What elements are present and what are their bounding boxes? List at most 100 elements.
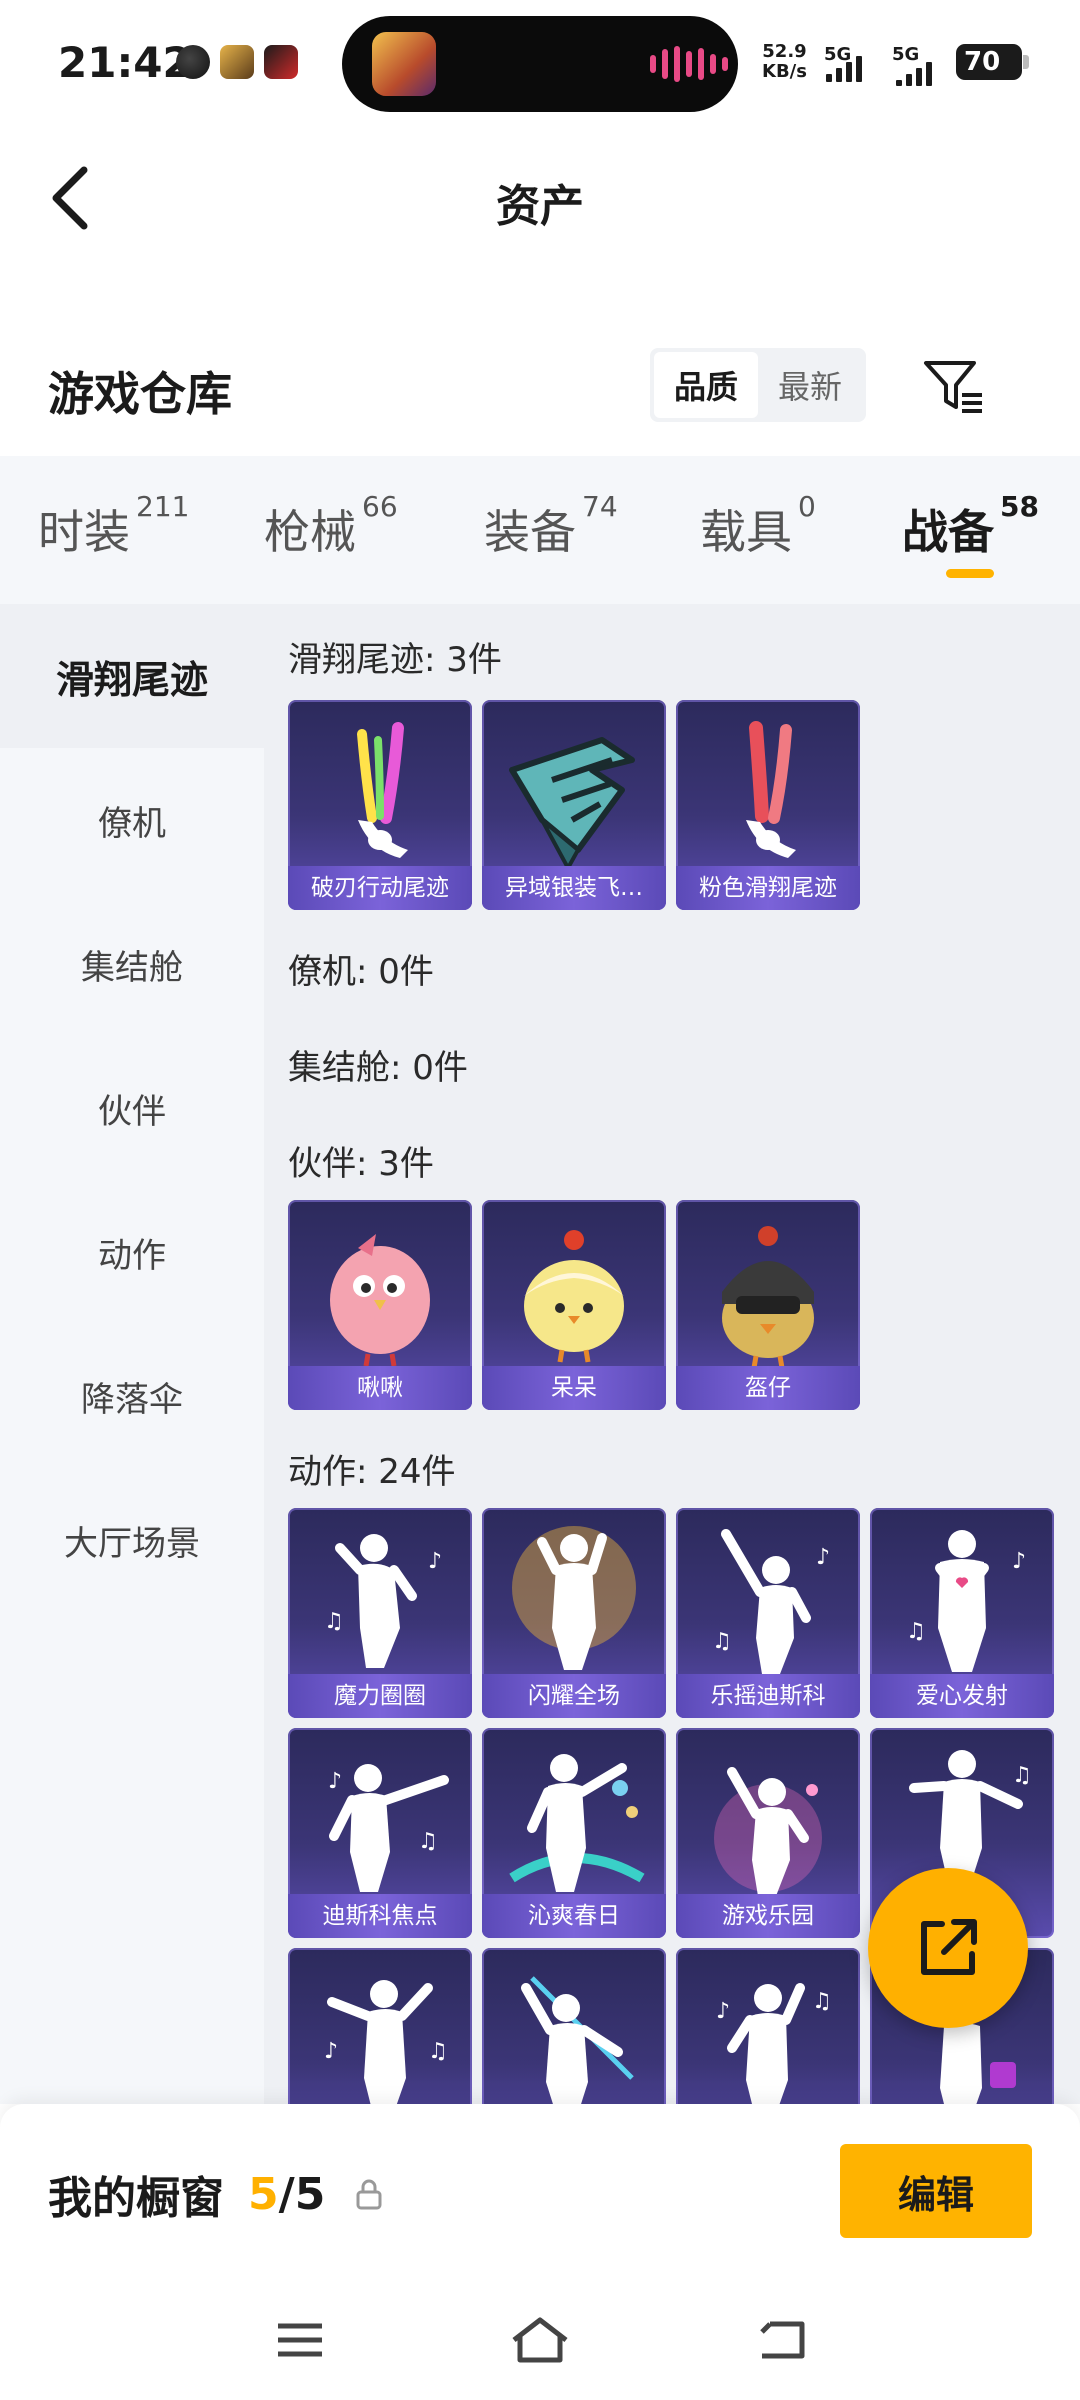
tab-fashion[interactable]: 时装 211 bbox=[38, 490, 189, 562]
tab-label: 载具 bbox=[700, 505, 792, 559]
sim2-signal-icon bbox=[896, 56, 932, 86]
audio-wave-icon bbox=[650, 46, 728, 82]
filter-button[interactable] bbox=[918, 352, 990, 422]
item-card[interactable]: 啾啾 bbox=[288, 1200, 472, 1410]
svg-text:♪: ♪ bbox=[1012, 1549, 1026, 1574]
menu-button[interactable] bbox=[270, 2310, 330, 2370]
game-app-icon bbox=[220, 45, 254, 79]
item-card[interactable]: ♪ ♫ bbox=[676, 1948, 860, 2104]
sidebar-item-lobby-scene[interactable]: 大厅场景 bbox=[0, 1468, 264, 1612]
svg-text:♪: ♪ bbox=[328, 1769, 342, 1794]
share-button[interactable] bbox=[868, 1868, 1028, 2028]
home-icon bbox=[512, 2317, 568, 2363]
page-title: 资产 bbox=[496, 181, 584, 232]
section-title: 游戏仓库 bbox=[48, 367, 232, 421]
tab-equipment[interactable]: 装备 74 bbox=[484, 490, 618, 562]
tab-count: 74 bbox=[582, 490, 618, 523]
group-title-companion: 伙伴: 3件 bbox=[288, 1144, 434, 1184]
svg-text:♫: ♫ bbox=[1012, 1763, 1032, 1788]
system-nav-bar bbox=[0, 2280, 1080, 2400]
item-card[interactable]: 闪耀全场 bbox=[482, 1508, 666, 1718]
showcase-info: 我的橱窗 5 / 5 bbox=[48, 2162, 383, 2226]
share-icon bbox=[921, 1919, 977, 1975]
item-card[interactable]: 呆呆 bbox=[482, 1200, 666, 1410]
globe-app-icon bbox=[176, 45, 210, 79]
dancer-icon: ♪♫ bbox=[324, 1980, 448, 2104]
dancer-icon: ♪♫ bbox=[716, 1983, 832, 2104]
sidebar-item-assembly-pod[interactable]: 集结舱 bbox=[0, 892, 264, 1036]
svg-text:♫: ♫ bbox=[712, 1629, 732, 1654]
showcase-label: 我的橱窗 bbox=[48, 2173, 224, 2224]
tab-label: 时装 bbox=[38, 505, 130, 559]
red-app-icon bbox=[264, 45, 298, 79]
svg-text:♫: ♫ bbox=[324, 1609, 344, 1634]
dancer-icon bbox=[521, 1976, 634, 2104]
item-card[interactable]: ♪ ♫ 爱心发射 bbox=[870, 1508, 1054, 1718]
item-card[interactable]: ♪ ♫ bbox=[288, 1948, 472, 2104]
status-time: 21:42 bbox=[58, 38, 192, 87]
tab-label: 枪械 bbox=[264, 505, 356, 559]
svg-text:♪: ♪ bbox=[428, 1549, 442, 1574]
item-name: 盔仔 bbox=[676, 1366, 860, 1410]
item-card[interactable] bbox=[482, 1948, 666, 2104]
sidebar-item-wingman[interactable]: 僚机 bbox=[0, 748, 264, 892]
sidebar-item-emote[interactable]: 动作 bbox=[0, 1180, 264, 1324]
lock-icon bbox=[355, 2178, 383, 2210]
notification-icons bbox=[176, 45, 298, 79]
status-bar: 21:42 52.9 KB/s 5G 5G 70 bbox=[0, 0, 1080, 125]
tab-label: 装备 bbox=[484, 505, 576, 559]
item-card[interactable]: 盔仔 bbox=[676, 1200, 860, 1410]
tab-label: 战备 bbox=[902, 505, 994, 559]
net-speed-value: 52.9 bbox=[762, 41, 807, 62]
item-card[interactable]: ♪ ♫ 乐摇迪斯科 bbox=[676, 1508, 860, 1718]
battery-indicator: 70 bbox=[956, 44, 1029, 80]
group-title-glide-trail: 滑翔尾迹: 3件 bbox=[288, 640, 502, 680]
item-card[interactable]: ♪ ♫ 魔力圈圈 bbox=[288, 1508, 472, 1718]
home-button[interactable] bbox=[510, 2310, 570, 2370]
sidebar: 滑翔尾迹 僚机 集结舱 伙伴 动作 降落伞 大厅场景 bbox=[0, 604, 264, 2104]
category-tabs: 时装 211 枪械 66 装备 74 载具 0 战备 58 bbox=[0, 456, 1080, 604]
svg-text:♫: ♫ bbox=[418, 1829, 438, 1854]
item-card[interactable]: 破刃行动尾迹 bbox=[288, 700, 472, 910]
menu-icon bbox=[278, 2323, 322, 2357]
sidebar-item-parachute[interactable]: 降落伞 bbox=[0, 1324, 264, 1468]
item-name: 沁爽春日 bbox=[482, 1894, 666, 1938]
item-name: 呆呆 bbox=[482, 1366, 666, 1410]
svg-text:♪: ♪ bbox=[716, 1999, 730, 2024]
network-speed: 52.9 KB/s bbox=[762, 42, 807, 82]
sidebar-item-companion[interactable]: 伙伴 bbox=[0, 1036, 264, 1180]
sort-toggle: 品质 最新 bbox=[650, 348, 866, 422]
group-title-wingman: 僚机: 0件 bbox=[288, 952, 434, 992]
tab-guns[interactable]: 枪械 66 bbox=[264, 490, 398, 562]
sort-quality-button[interactable]: 品质 bbox=[654, 352, 758, 418]
item-card[interactable]: 异域银装飞… bbox=[482, 700, 666, 910]
sim1-signal-icon bbox=[826, 52, 862, 82]
svg-text:♫: ♫ bbox=[906, 1619, 926, 1644]
return-button[interactable] bbox=[752, 2310, 812, 2370]
item-name: 粉色滑翔尾迹 bbox=[676, 866, 860, 910]
tab-vehicles[interactable]: 载具 0 bbox=[700, 490, 816, 562]
item-name: 闪耀全场 bbox=[482, 1674, 666, 1718]
sort-latest-button[interactable]: 最新 bbox=[758, 352, 862, 418]
item-card[interactable]: 游戏乐园 bbox=[676, 1728, 860, 1938]
svg-text:♪: ♪ bbox=[324, 2039, 338, 2064]
tab-count: 211 bbox=[136, 490, 190, 523]
item-name: 游戏乐园 bbox=[676, 1894, 860, 1938]
app-root: 21:42 52.9 KB/s 5G 5G 70 资产 游戏仓库 品质 最新 时… bbox=[0, 0, 1080, 2400]
svg-text:♪: ♪ bbox=[816, 1545, 830, 1570]
item-card[interactable]: ♪ ♫ 迪斯科焦点 bbox=[288, 1728, 472, 1938]
item-card[interactable]: 粉色滑翔尾迹 bbox=[676, 700, 860, 910]
tab-count: 0 bbox=[798, 490, 816, 523]
filter-icon bbox=[924, 361, 982, 413]
edit-button[interactable]: 编辑 bbox=[840, 2144, 1032, 2238]
showcase-bar: 我的橱窗 5 / 5 编辑 bbox=[0, 2104, 1080, 2280]
tab-supplies[interactable]: 战备 58 bbox=[902, 490, 1039, 562]
group-title-emote: 动作: 24件 bbox=[288, 1452, 456, 1492]
sidebar-item-glide-trail[interactable]: 滑翔尾迹 bbox=[0, 604, 264, 748]
tab-count: 66 bbox=[362, 490, 398, 523]
active-tab-indicator bbox=[946, 569, 994, 578]
item-card[interactable]: 沁爽春日 bbox=[482, 1728, 666, 1938]
return-icon bbox=[760, 2321, 805, 2359]
tab-count: 58 bbox=[1000, 490, 1039, 523]
dynamic-island[interactable] bbox=[342, 16, 738, 112]
